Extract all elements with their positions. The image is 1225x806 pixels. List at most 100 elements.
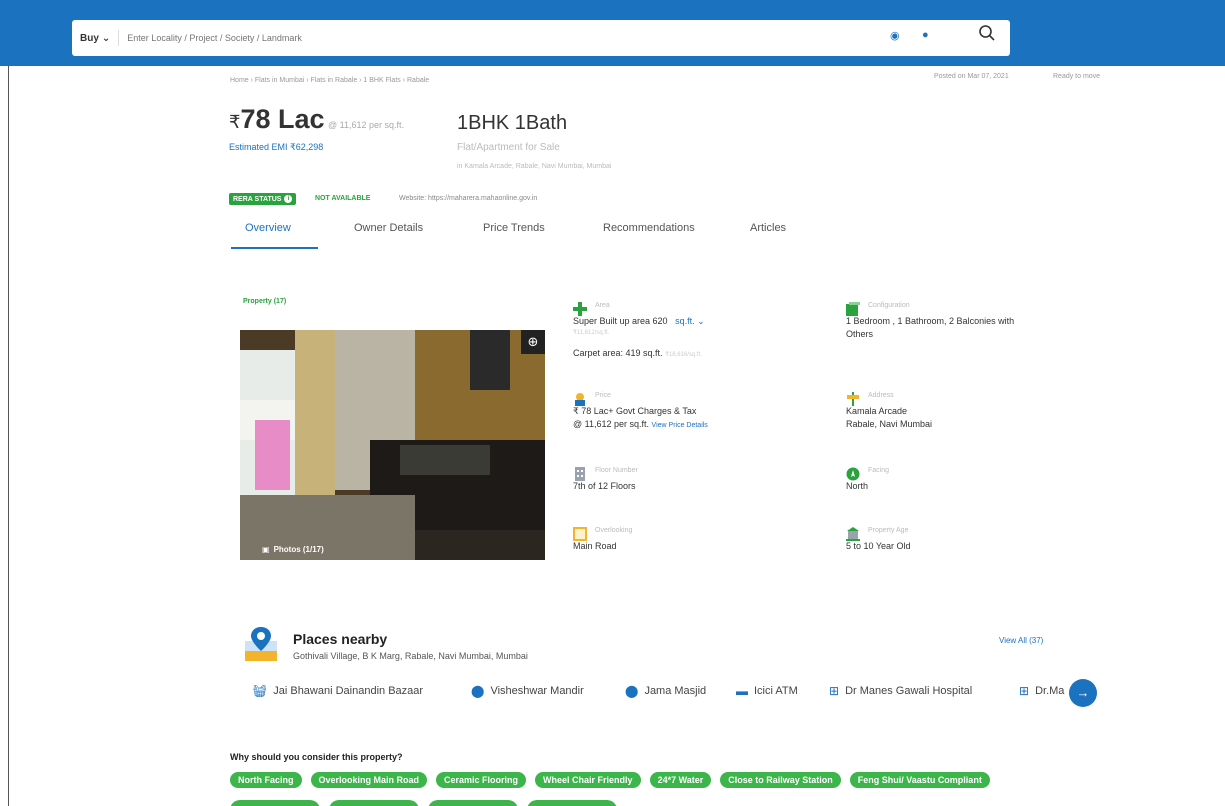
rera-status-value: NOT AVAILABLE [315,195,371,202]
shopping-basket-icon: 🧺︎ [252,684,268,698]
estimated-emi-link[interactable]: Estimated EMI ₹62,298 [229,142,323,153]
property-age-value: 5 to 10 Year Old [846,541,911,551]
zoom-icon[interactable]: ⊕ [521,330,545,354]
search-bar: Buy ⌄ ◉ ● [72,20,1010,56]
property-age-icon [846,527,860,541]
place-label: Dr Manes Gawali Hospital [845,685,973,697]
super-built-area: Super Built up area 620 sq.ft. ⌄ [573,316,705,327]
highlight-chip: Wheel Chair Friendly [535,772,641,788]
place-label: Icici ATM [754,685,798,697]
highlight-chip-partial [329,800,419,806]
place-label: Dr.Ma [1035,685,1065,697]
highlight-chip: North Facing [230,772,302,788]
search-input[interactable] [127,33,848,43]
rera-badge-label: RERA STATUS [233,195,282,203]
configuration-label: Configuration [868,302,910,309]
property-age-label: Property Age [868,527,909,534]
price-tag-icon [575,393,585,406]
breadcrumb[interactable]: Home › Flats in Mumbai › Flats in Rabale… [230,77,429,84]
page-edge-line [8,66,9,806]
location-pin-icon: ⬤ [471,684,485,698]
place-label: Visheshwar Mandir [490,685,584,697]
buy-dropdown[interactable]: Buy ⌄ [72,30,120,46]
facing-value: North [846,481,869,491]
floor-label: Floor Number [595,467,638,474]
place-chip[interactable]: ⬤ Visheshwar Mandir [471,684,584,698]
area-unit-label: sq.ft. [675,316,695,326]
buy-label: Buy [80,32,99,44]
detail-facing: Facing North [846,467,1066,499]
place-chip[interactable]: ⊞ Dr.Ma [1019,684,1064,698]
window-icon [573,527,587,541]
highlight-chip: Overlooking Main Road [310,772,428,788]
area-icon [573,302,587,316]
property-photo[interactable]: ⊕ ▣ Photos (1/17) [240,330,545,560]
atm-icon: ▬ [736,684,748,698]
property-address-line: in Kamala Arcade, Rabale, Navi Mumbai, M… [457,163,612,170]
price-heading: ₹78 Lac [229,104,325,135]
place-chip[interactable]: ⬤ Jama Masjid [625,684,706,698]
tab-articles[interactable]: Articles [750,222,786,234]
tab-recommendations[interactable]: Recommendations [603,222,695,234]
carpet-area-value: Carpet area: 419 sq.ft. [573,348,663,358]
view-price-details-link[interactable]: View Price Details [652,422,708,429]
active-tab-indicator [231,247,318,249]
carpet-area-sub: ₹18,616/sq.ft. [665,352,702,358]
rera-status-badge: RERA STATUS i [229,193,297,205]
chevron-down-icon: ⌄ [101,32,111,44]
photo-count-label: Photos (1/17) [273,545,324,554]
detail-price: Price ₹ 78 Lac+ Govt Charges & Tax @ 11,… [573,392,793,437]
posted-date: Posted on Mar 07, 2021 [934,73,1009,80]
currency-symbol: ₹ [229,112,241,132]
gallery-label: Property (17) [243,298,287,305]
place-chip[interactable]: ▬ Icici ATM [736,684,798,698]
detail-area: Area Super Built up area 620 sq.ft. ⌄ ₹1… [573,302,793,362]
highlight-chip-partial [230,800,320,806]
price-line1: ₹ 78 Lac+ Govt Charges & Tax [573,406,697,416]
configuration-line1: 1 Bedroom , 1 Bathroom, 2 Balconies with [846,316,1015,326]
microphone-icon[interactable]: ● [922,29,929,41]
locate-me-icon[interactable]: ◉ [890,29,900,42]
why-consider-title: Why should you consider this property? [230,752,403,762]
price-per-sqft: @ 11,612 per sq.ft. [328,120,405,130]
detail-floor: Floor Number 7th of 12 Floors [573,467,793,499]
camera-icon: ▣ [262,545,270,554]
place-label: Jama Masjid [644,685,707,697]
places-nearby-title: Places nearby [293,631,388,647]
scroll-right-button[interactable]: → [1069,679,1097,707]
place-chip[interactable]: ⊞ Dr Manes Gawali Hospital [829,684,972,698]
price-per-sqft-detail: @ 11,612 per sq.ft. [573,419,650,429]
place-label: Jai Bhawani Dainandin Bazaar [273,685,424,697]
view-all-places-link[interactable]: View All (37) [999,636,1043,645]
address-line1: Kamala Arcade [846,406,908,416]
highlight-chip: Feng Shui/ Vaastu Compliant [849,772,990,788]
place-chip[interactable]: 🧺︎ Jai Bhawani Dainandin Bazaar [252,684,423,698]
tab-price-trends[interactable]: Price Trends [483,222,545,234]
location-pin-icon: ⬤ [625,684,639,698]
info-icon[interactable]: i [284,195,293,203]
overlooking-value: Main Road [573,541,617,551]
address-line2: Rabale, Navi Mumbai [846,419,933,429]
places-nearby-address: Gothivali Village, B K Marg, Rabale, Nav… [293,651,528,661]
address-label: Address [868,392,894,399]
tab-owner-details[interactable]: Owner Details [354,222,423,234]
highlight-chip: Close to Railway Station [720,772,841,788]
floor-value: 7th of 12 Floors [573,481,636,491]
facing-label: Facing [868,467,890,474]
photo-count[interactable]: ▣ Photos (1/17) [262,545,324,554]
carpet-area: Carpet area: 419 sq.ft. ₹18,616/sq.ft. [573,348,702,358]
highlight-chip: 24*7 Water [649,772,712,788]
area-unit-dropdown[interactable]: sq.ft. ⌄ [670,316,705,326]
overlooking-label: Overlooking [595,527,633,534]
highlight-chip-partial [527,800,617,806]
possession-status: Ready to move [1053,73,1101,80]
search-icon[interactable] [978,24,996,45]
tab-overview[interactable]: Overview [245,222,291,234]
detail-property-age: Property Age 5 to 10 Year Old [846,527,1066,559]
highlight-chip-partial [428,800,518,806]
bhk-title: 1BHK 1Bath [457,112,568,134]
highlights-row: North Facing Overlooking Main Road Ceram… [230,772,990,788]
hospital-icon: ⊞ [1019,684,1030,698]
rera-website: Website: https://maharera.mahaonline.gov… [399,195,538,202]
highlights-row-2 [230,800,617,806]
